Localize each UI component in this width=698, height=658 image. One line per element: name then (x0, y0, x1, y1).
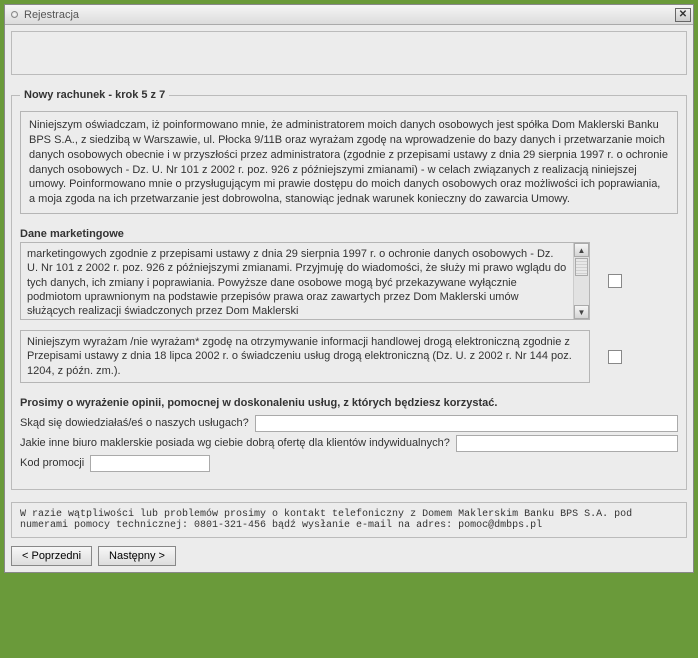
marketing-label: Dane marketingowe (20, 228, 678, 240)
step-fieldset: Nowy rachunek - krok 5 z 7 Niniejszym oś… (11, 89, 687, 490)
scroll-up-button[interactable]: ▲ (574, 243, 589, 257)
registration-window: Rejestracja ✕ Nowy rachunek - krok 5 z 7… (4, 4, 694, 573)
next-button[interactable]: Następny > (98, 546, 176, 566)
promo-code-input[interactable] (90, 455, 210, 472)
window-title: Rejestracja (24, 9, 675, 21)
feedback-heading: Prosimy o wyrażenie opinii, pomocnej w d… (20, 397, 678, 409)
scroll-thumb[interactable] (575, 258, 588, 276)
close-icon: ✕ (679, 9, 687, 20)
feedback-q1-input[interactable] (255, 415, 678, 432)
feedback-q3-label: Kod promocji (20, 457, 84, 469)
electronic-consent-checkbox[interactable] (608, 350, 622, 364)
feedback-q2-input[interactable] (456, 435, 678, 452)
scrollbar[interactable]: ▲ ▼ (573, 243, 589, 319)
nav-buttons: < Poprzedni Następny > (11, 546, 687, 566)
scroll-down-button[interactable]: ▼ (574, 305, 589, 319)
marketing-checkbox[interactable] (608, 274, 622, 288)
feedback-q2-label: Jakie inne biuro maklerskie posiada wg c… (20, 437, 450, 449)
help-footer: W razie wątpliwości lub problemów prosim… (11, 502, 687, 538)
declaration-text: Niniejszym oświadczam, iż poinformowano … (20, 111, 678, 214)
blank-panel (11, 31, 687, 75)
scroll-track[interactable] (574, 277, 589, 305)
marketing-text: marketingowych zgodnie z przepisami usta… (21, 243, 573, 319)
previous-button[interactable]: < Poprzedni (11, 546, 92, 566)
titlebar: Rejestracja ✕ (5, 5, 693, 25)
titlebar-bullet-icon (11, 11, 18, 18)
close-button[interactable]: ✕ (675, 8, 691, 22)
step-legend: Nowy rachunek - krok 5 z 7 (20, 89, 169, 101)
marketing-textbox: marketingowych zgodnie z przepisami usta… (20, 242, 590, 320)
electronic-consent-text: Niniejszym wyrażam /nie wyrażam* zgodę n… (20, 330, 590, 383)
feedback-q1-label: Skąd się dowiedziałaś/eś o naszych usług… (20, 417, 249, 429)
